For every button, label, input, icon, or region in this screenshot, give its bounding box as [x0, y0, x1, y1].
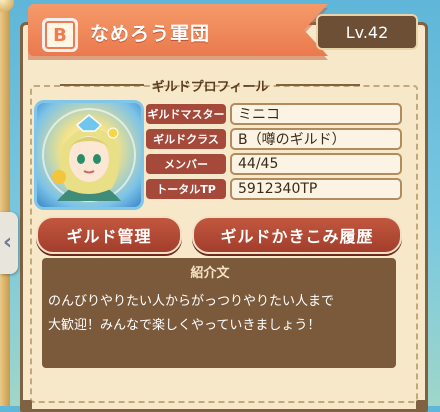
flag-pole	[0, 0, 10, 406]
profile-section-title: ギルドプロフィール	[60, 76, 360, 95]
rank-badge-icon: B	[42, 18, 78, 52]
members-label: メンバー	[146, 154, 226, 174]
introduction-line: 大歓迎！みんなで楽しくやっていきましょう！	[48, 318, 321, 333]
members-row: メンバー 44/45	[146, 153, 402, 175]
guild-manage-button[interactable]: ギルド管理	[36, 216, 182, 254]
members-value: 44/45	[230, 153, 402, 175]
introduction-text: のんびりやりたい人からがっつりやりたい人まで 大歓迎！みんなで楽しくやっていきま…	[48, 290, 393, 338]
profile-heading: ギルドプロフィール	[151, 79, 269, 95]
previous-page-button[interactable]: ‹	[0, 212, 18, 274]
guild-master-value: ミニコ	[230, 103, 402, 125]
introduction-line: のんびりやりたい人からがっつりやりたい人まで	[48, 294, 335, 309]
panel-corner	[416, 400, 428, 412]
panel-corner	[20, 400, 32, 412]
guild-master-row: ギルドマスター ミニコ	[146, 103, 402, 125]
guild-level: Lv.42	[316, 14, 418, 50]
total-tp-row: トータルTP 5912340TP	[146, 178, 402, 200]
guild-class-row: ギルドクラス B（噂のギルド）	[146, 128, 402, 150]
guild-master-label: ギルドマスター	[146, 104, 226, 124]
guild-name: なめろう軍団	[90, 23, 211, 45]
guild-master-portrait	[34, 100, 144, 210]
character-portrait-icon	[42, 108, 136, 202]
introduction-title: 紹介文	[190, 266, 230, 281]
guild-board-history-button[interactable]: ギルドかきこみ履歴	[192, 216, 402, 254]
total-tp-value: 5912340TP	[230, 178, 402, 200]
total-tp-label: トータルTP	[146, 179, 226, 199]
guild-class-label: ギルドクラス	[146, 129, 226, 149]
guild-class-value: B（噂のギルド）	[230, 128, 402, 150]
chevron-left-icon: ‹	[3, 230, 13, 255]
pole-knob	[0, 0, 14, 12]
